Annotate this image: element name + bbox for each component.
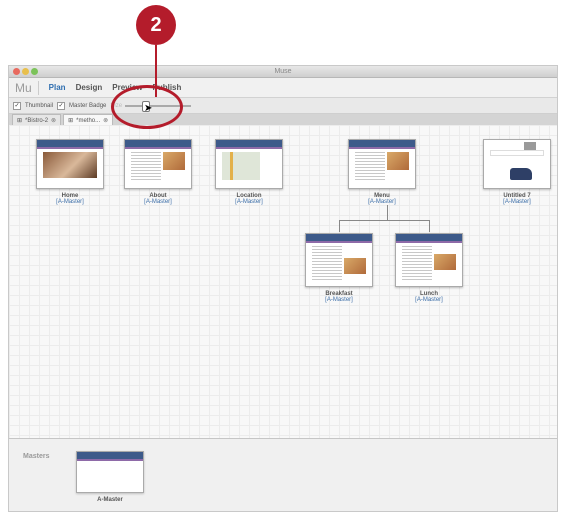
master-badge: [A-Master] xyxy=(56,199,84,205)
plan-toolbar: ✓ Thumbnail ✓ Master Badge Size ➤ xyxy=(9,98,557,114)
mode-bar: Mu Plan Design Preview Publish xyxy=(9,78,557,98)
window-title: Muse xyxy=(274,68,292,75)
connector-line xyxy=(387,205,388,220)
masters-panel: Masters A-Master xyxy=(9,438,557,511)
master-badge: [A-Master] xyxy=(368,199,396,205)
master-badge-checkbox[interactable]: ✓ xyxy=(57,101,66,110)
page-thumbnail[interactable] xyxy=(36,139,104,189)
app-logo: Mu xyxy=(15,80,39,95)
page-node-about[interactable]: About [A-Master] xyxy=(123,139,193,205)
page-node-location[interactable]: Location [A-Master] xyxy=(214,139,284,205)
connector-line xyxy=(339,220,340,232)
master-badge: [A-Master] xyxy=(325,297,353,303)
thumbnail-checkbox[interactable]: ✓ xyxy=(13,101,21,110)
tab-plan[interactable]: Plan xyxy=(49,83,66,92)
connector-line xyxy=(339,220,429,221)
page-thumbnail[interactable] xyxy=(305,233,373,287)
callout-number: 2 xyxy=(150,13,162,36)
master-badge: [A-Master] xyxy=(415,297,443,303)
page-thumbnail[interactable] xyxy=(348,139,416,189)
doc-tab-label: *metho... xyxy=(76,117,101,124)
muse-window: Muse Mu Plan Design Preview Publish ✓ Th… xyxy=(8,65,558,512)
tab-close-icon[interactable]: ⊗ xyxy=(51,117,56,124)
step-callout-badge: 2 xyxy=(136,5,176,45)
page-thumbnail[interactable] xyxy=(124,139,192,189)
connector-line xyxy=(429,220,430,232)
doc-tab-label: *Bistro-2 xyxy=(25,117,49,124)
page-node-lunch[interactable]: Lunch [A-Master] xyxy=(394,233,464,303)
master-node-a-master[interactable]: A-Master xyxy=(75,451,145,503)
master-name: A-Master xyxy=(97,497,123,503)
page-thumbnail[interactable] xyxy=(215,139,283,189)
page-thumbnail[interactable] xyxy=(395,233,463,287)
tab-close-icon[interactable]: ⊗ xyxy=(103,117,108,124)
thumbnail-label: Thumbnail xyxy=(25,102,54,109)
masters-label: Masters xyxy=(23,453,50,460)
page-thumbnail[interactable] xyxy=(483,139,551,189)
master-badge: [A-Master] xyxy=(144,199,172,205)
sitemap-icon: ⊞ xyxy=(17,118,23,124)
master-badge: [A-Master] xyxy=(503,199,531,205)
master-thumbnail[interactable] xyxy=(76,451,144,493)
tab-design[interactable]: Design xyxy=(76,83,103,92)
page-node-untitled-7[interactable]: Untitled 7 [A-Master] xyxy=(482,139,552,205)
master-badge: [A-Master] xyxy=(235,199,263,205)
page-node-home[interactable]: Home [A-Master] xyxy=(35,139,105,205)
site-plan-canvas: Home [A-Master] About [A-Master] Locatio… xyxy=(9,125,557,438)
title-bar: Muse xyxy=(9,66,557,78)
sitemap-icon: ⊞ xyxy=(68,118,74,124)
callout-highlight-ring xyxy=(111,85,183,129)
master-badge-label: Master Badge xyxy=(69,102,107,109)
page-node-menu[interactable]: Menu [A-Master] xyxy=(347,139,417,205)
page-node-breakfast[interactable]: Breakfast [A-Master] xyxy=(304,233,374,303)
